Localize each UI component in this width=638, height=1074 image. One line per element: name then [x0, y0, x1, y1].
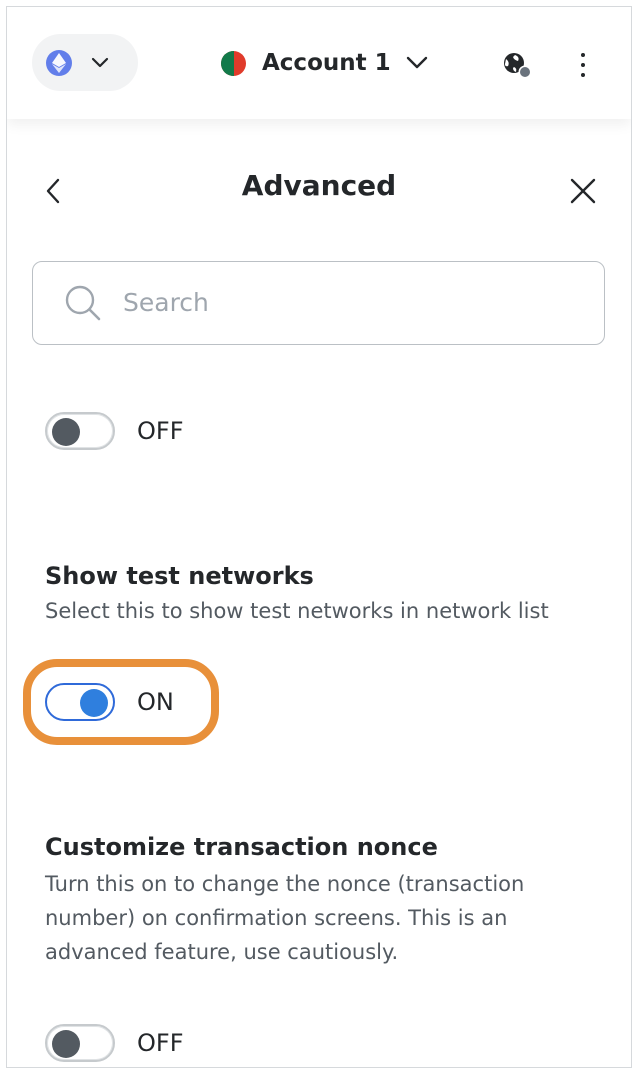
- customize-nonce-toggle-row[interactable]: OFF: [45, 1020, 184, 1066]
- show-test-networks-description: Select this to show test networks in net…: [45, 599, 549, 623]
- show-test-networks-toggle-row[interactable]: ON: [45, 679, 174, 725]
- customize-nonce-description: Turn this on to change the nonce (transa…: [45, 872, 525, 964]
- close-icon[interactable]: [569, 177, 597, 209]
- toggle-knob: [52, 1030, 80, 1058]
- toggle-state-label: OFF: [137, 1029, 184, 1057]
- network-picker-button[interactable]: [32, 34, 138, 91]
- extension-window: Account 1 Advanced Search OFF Show test …: [6, 6, 632, 1068]
- chevron-down-icon: [405, 52, 429, 78]
- toggle-state-label: OFF: [137, 417, 184, 445]
- search-field[interactable]: [32, 261, 605, 345]
- search-icon: [63, 283, 103, 327]
- toggle-knob: [80, 689, 108, 717]
- customize-nonce-title: Customize transaction nonce: [45, 833, 438, 861]
- setting-toggle-row[interactable]: OFF: [45, 408, 184, 454]
- toggle-knob: [52, 418, 80, 446]
- page-title: Advanced: [241, 169, 397, 202]
- chevron-down-icon: [90, 50, 110, 78]
- ethereum-icon: [46, 50, 72, 76]
- account-name: Account 1: [262, 50, 391, 76]
- account-picker-button[interactable]: Account 1: [221, 47, 429, 79]
- toggle-switch[interactable]: [45, 412, 115, 450]
- account-avatar: [221, 50, 246, 76]
- show-test-networks-title: Show test networks: [45, 562, 314, 590]
- globe-icon[interactable]: [501, 51, 533, 85]
- customize-nonce-toggle[interactable]: [45, 1024, 115, 1062]
- search-input[interactable]: [123, 280, 563, 324]
- app-header: Account 1: [7, 7, 631, 119]
- toggle-state-label: ON: [137, 688, 174, 716]
- show-test-networks-toggle[interactable]: [45, 683, 115, 721]
- kebab-menu-icon[interactable]: [577, 51, 589, 79]
